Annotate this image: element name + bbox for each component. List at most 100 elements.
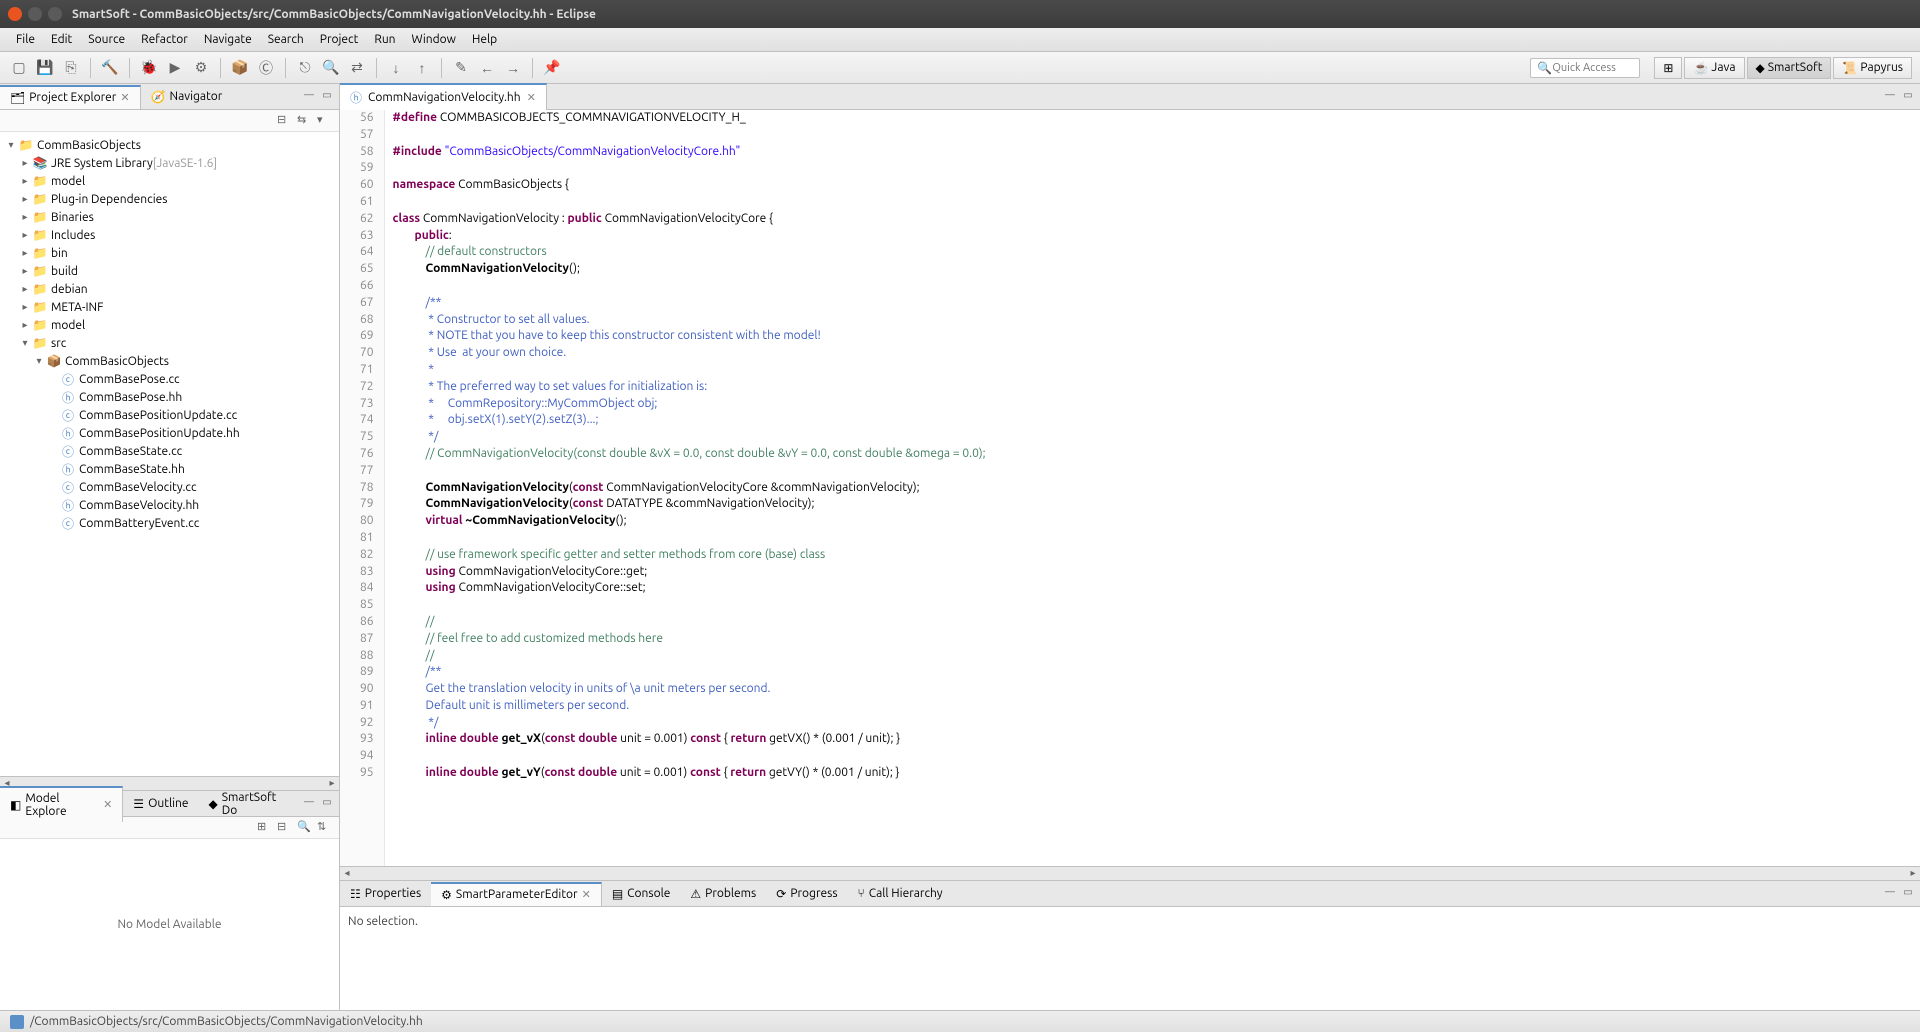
perspective-smartsoft[interactable]: ◆SmartSoft — [1747, 57, 1832, 79]
tree-file[interactable]: ⓒCommBaseVelocity.cc — [4, 478, 335, 496]
minimize-view-button[interactable]: — — [1882, 886, 1898, 902]
tree-folder-debian[interactable]: ▸📁debian — [4, 280, 335, 298]
maximize-view-button[interactable]: ▭ — [319, 796, 335, 812]
tab-console[interactable]: ▤ Console — [602, 883, 681, 905]
scroll-left-icon[interactable]: ◂ — [340, 867, 354, 881]
project-tree[interactable]: ▾ 📁 CommBasicObjects ▸ 📚 JRE System Libr… — [0, 132, 339, 776]
expand-icon[interactable]: ▸ — [18, 265, 32, 277]
tool-button[interactable]: ⊟ — [277, 820, 293, 836]
minimize-editor-button[interactable]: — — [1882, 89, 1898, 105]
code-content[interactable]: #define COMMBASICOBJECTS_COMMNAVIGATIONV… — [385, 110, 1920, 866]
code-editor[interactable]: 5657585960616263646566676869707172737475… — [340, 110, 1920, 866]
tree-file[interactable]: ⓒCommBaseState.cc — [4, 442, 335, 460]
last-edit-button[interactable]: ✎ — [450, 57, 472, 79]
tab-outline[interactable]: ☰ Outline — [123, 793, 198, 815]
close-icon[interactable]: ✕ — [120, 91, 129, 104]
scroll-right-icon[interactable]: ▸ — [325, 777, 339, 791]
open-type-button[interactable]: ⎋ — [294, 57, 316, 79]
expand-icon[interactable]: ▸ — [18, 301, 32, 313]
maximize-editor-button[interactable]: ▭ — [1900, 89, 1916, 105]
perspective-java[interactable]: ☕Java — [1684, 57, 1744, 79]
menu-file[interactable]: File — [8, 33, 43, 46]
new-button[interactable]: ▢ — [8, 57, 30, 79]
tree-folder-model[interactable]: ▸📁model — [4, 172, 335, 190]
run-button[interactable]: ▶ — [164, 57, 186, 79]
tree-folder-meta-inf[interactable]: ▸📁META-INF — [4, 298, 335, 316]
tree-folder-model[interactable]: ▸📁model — [4, 316, 335, 334]
close-icon[interactable]: ✕ — [527, 91, 536, 104]
tab-navigator[interactable]: 🧭 Navigator — [141, 86, 233, 108]
next-annotation-button[interactable]: ↓ — [385, 57, 407, 79]
tab-properties[interactable]: ☷ Properties — [340, 883, 431, 905]
perspective-papyrus[interactable]: 📜Papyrus — [1833, 57, 1912, 79]
tree-folder-src[interactable]: ▾📁src — [4, 334, 335, 352]
maximize-view-button[interactable]: ▭ — [319, 89, 335, 105]
tree-file[interactable]: ⓒCommBasePose.cc — [4, 370, 335, 388]
menu-project[interactable]: Project — [312, 33, 367, 46]
pin-button[interactable]: 📌 — [541, 57, 563, 79]
tree-folder-plug-in-dependencies[interactable]: ▸📁Plug-in Dependencies — [4, 190, 335, 208]
menu-navigate[interactable]: Navigate — [196, 33, 260, 46]
expand-icon[interactable]: ▸ — [18, 211, 32, 223]
tree-file[interactable]: ⓒCommBasePositionUpdate.cc — [4, 406, 335, 424]
maximize-view-button[interactable]: ▭ — [1900, 886, 1916, 902]
close-icon[interactable]: ✕ — [582, 888, 591, 901]
menu-refactor[interactable]: Refactor — [133, 33, 196, 46]
tree-jre[interactable]: ▸ 📚 JRE System Library [JavaSE-1.6] — [4, 154, 335, 172]
new-class-button[interactable]: Ⓒ — [255, 57, 277, 79]
expand-icon[interactable]: ▸ — [18, 229, 32, 241]
window-minimize-button[interactable] — [28, 7, 42, 21]
menu-help[interactable]: Help — [464, 33, 505, 46]
close-icon[interactable]: ✕ — [103, 798, 112, 811]
tree-file[interactable]: ⓗCommBasePose.hh — [4, 388, 335, 406]
debug-button[interactable]: 🐞 — [138, 57, 160, 79]
tree-project-root[interactable]: ▾ 📁 CommBasicObjects — [4, 136, 335, 154]
external-tools-button[interactable]: ⚙ — [190, 57, 212, 79]
tree-file[interactable]: ⓗCommBasePositionUpdate.hh — [4, 424, 335, 442]
editor-tab[interactable]: ⓗ CommNavigationVelocity.hh ✕ — [340, 83, 547, 110]
expand-icon[interactable]: ▸ — [18, 319, 32, 331]
view-menu-button[interactable]: ▾ — [317, 113, 333, 129]
new-package-button[interactable]: 📦 — [229, 57, 251, 79]
expand-icon[interactable]: ▸ — [18, 157, 32, 169]
tree-file[interactable]: ⓗCommBaseVelocity.hh — [4, 496, 335, 514]
expand-icon[interactable]: ▸ — [18, 283, 32, 295]
tree-folder-includes[interactable]: ▸📁Includes — [4, 226, 335, 244]
build-button[interactable]: 🔨 — [99, 57, 121, 79]
tree-folder-bin[interactable]: ▸📁bin — [4, 244, 335, 262]
prev-annotation-button[interactable]: ↑ — [411, 57, 433, 79]
open-perspective-button[interactable]: ⊞ — [1654, 57, 1682, 79]
collapse-icon[interactable]: ▾ — [32, 355, 46, 367]
expand-icon[interactable]: ▾ — [18, 337, 32, 349]
tool-button[interactable]: 🔍 — [297, 820, 313, 836]
toggle-button[interactable]: ⇄ — [346, 57, 368, 79]
back-button[interactable]: ← — [476, 57, 498, 79]
tree-src-pkg[interactable]: ▾ 📦 CommBasicObjects — [4, 352, 335, 370]
scroll-right-icon[interactable]: ▸ — [1906, 867, 1920, 881]
menu-run[interactable]: Run — [366, 33, 403, 46]
quick-access-box[interactable]: 🔍 — [1530, 58, 1640, 78]
menu-window[interactable]: Window — [404, 33, 464, 46]
quick-access-input[interactable] — [1552, 62, 1632, 74]
tab-call-hierarchy[interactable]: ⑂ Call Hierarchy — [848, 883, 953, 904]
menu-edit[interactable]: Edit — [43, 33, 80, 46]
tool-button[interactable]: ⊞ — [257, 820, 273, 836]
tab-smartsoft-do[interactable]: ◆ SmartSoft Do — [198, 787, 301, 821]
tab-problems[interactable]: ⚠ Problems — [680, 883, 766, 905]
menu-search[interactable]: Search — [260, 33, 312, 46]
tree-folder-binaries[interactable]: ▸📁Binaries — [4, 208, 335, 226]
collapse-icon[interactable]: ▾ — [4, 139, 18, 151]
minimize-view-button[interactable]: — — [301, 89, 317, 105]
save-all-button[interactable]: ⎘ — [60, 57, 82, 79]
tab-project-explorer[interactable]: 🗂 Project Explorer ✕ — [0, 85, 141, 109]
search-button[interactable]: 🔍 — [320, 57, 342, 79]
tree-folder-build[interactable]: ▸📁build — [4, 262, 335, 280]
window-maximize-button[interactable] — [48, 7, 62, 21]
tree-file[interactable]: ⓗCommBaseState.hh — [4, 460, 335, 478]
window-close-button[interactable] — [8, 7, 22, 21]
save-button[interactable]: 💾 — [34, 57, 56, 79]
expand-icon[interactable]: ▸ — [18, 193, 32, 205]
expand-icon[interactable]: ▸ — [18, 247, 32, 259]
tab-progress[interactable]: ⟳ Progress — [766, 883, 847, 905]
expand-icon[interactable]: ▸ — [18, 175, 32, 187]
